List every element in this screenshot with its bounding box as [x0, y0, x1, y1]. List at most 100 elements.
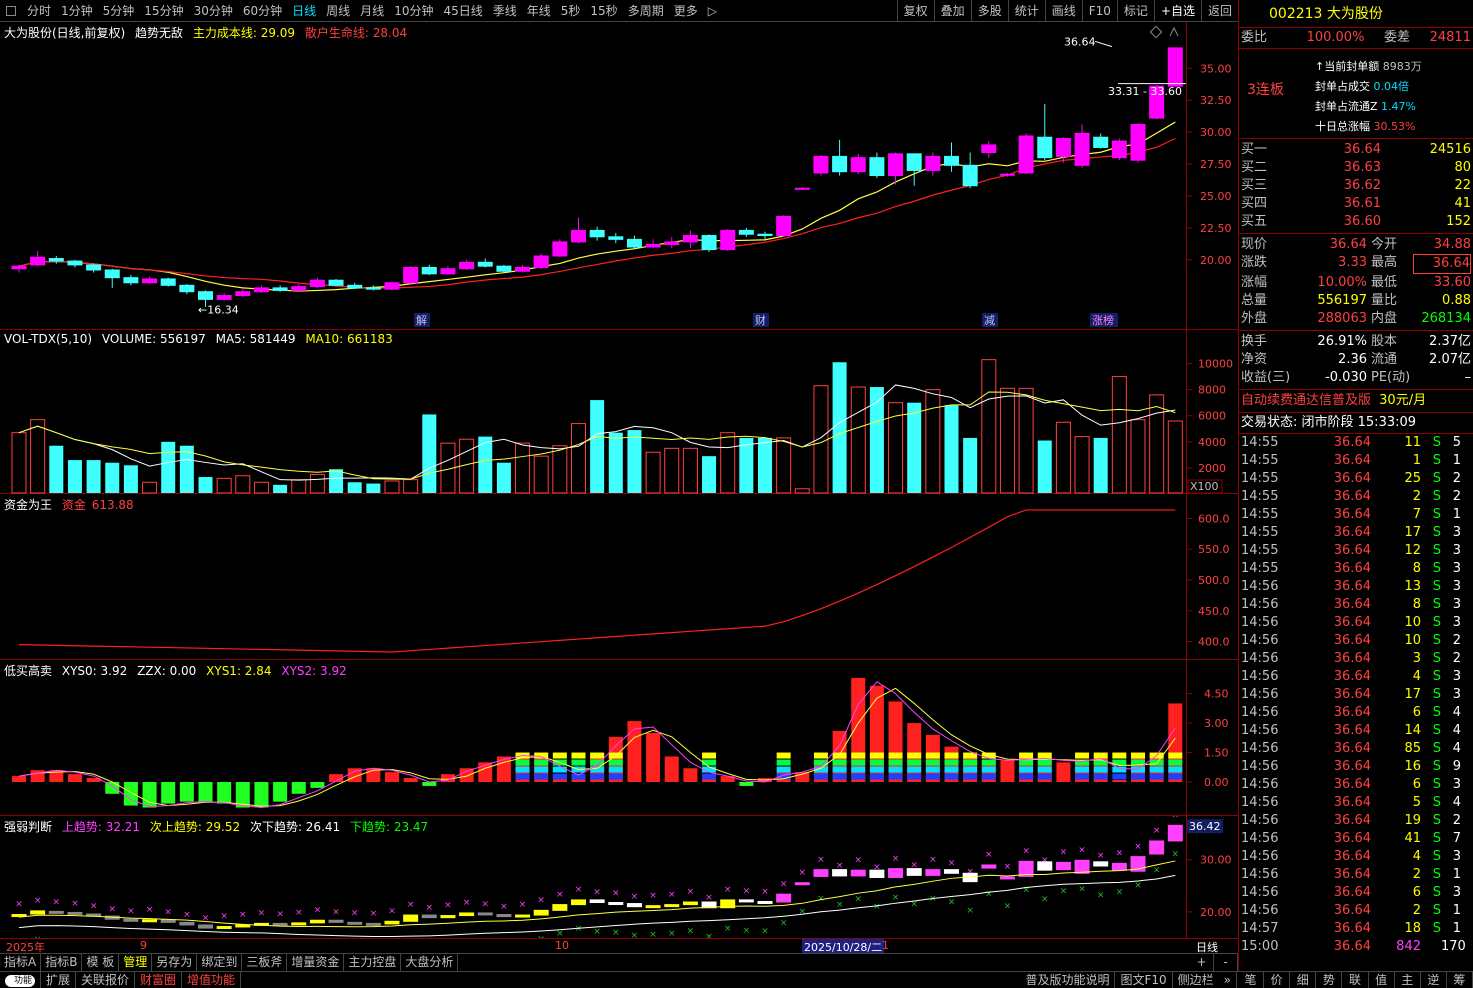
candle-body [869, 157, 885, 177]
function-toggle[interactable]: 功能 [0, 972, 41, 988]
period-tab-2[interactable]: 5分钟 [98, 0, 140, 22]
volume-pane[interactable]: VOL-TDX(5,10) VOLUME: 556197 MA5: 581449… [0, 330, 1238, 494]
period-tab-15[interactable]: 多周期 [623, 0, 669, 22]
fund-pane[interactable]: 资金为王 资金 613.88 600.0 550.0 500.0 450.0 400.0 [0, 494, 1238, 660]
signal-segment [1019, 752, 1034, 759]
promo-row[interactable]: 自动续费通达信普及版 30元/月 [1239, 390, 1473, 413]
period-tab-10[interactable]: 45日线 [438, 0, 487, 22]
side-tab-5[interactable]: 值 [1369, 972, 1395, 988]
tool-button-6[interactable]: 标记 [1116, 0, 1154, 22]
side-tab-7[interactable]: 逆 [1421, 972, 1447, 988]
strength-box [571, 899, 586, 906]
period-tab-12[interactable]: 年线 [522, 0, 556, 22]
y-tick-label: 27.50 [1200, 158, 1232, 171]
indicator-tab-1[interactable]: 指标B [41, 954, 83, 971]
tick-time: 14:56 [1241, 687, 1279, 702]
candle-body [235, 291, 251, 297]
tick-count: 7 [1452, 831, 1461, 846]
indicator-tab-2[interactable]: 模 板 [82, 954, 120, 971]
promo-price[interactable]: 30元/月 [1379, 393, 1426, 408]
window-restore-icon[interactable] [6, 5, 16, 16]
tool-button-5[interactable]: F10 [1081, 0, 1117, 22]
tick-list[interactable]: 14:55 36.64 11 S 5 14:55 36.64 1 S 1 14:55 36.64 25 S… [1239, 434, 1473, 956]
side-tab-8[interactable]: 筹 [1447, 972, 1473, 988]
kline-pane[interactable]: 大为股份(日线,前复权) 趋势无敌 主力成本线: 29.09 散户生命线: 28… [0, 22, 1238, 330]
indicator-tab-5[interactable]: 绑定到 [197, 954, 243, 971]
period-tab-5[interactable]: 60分钟 [238, 0, 287, 22]
y-tick-label: 1.50 [1204, 747, 1229, 760]
tool-button-1[interactable]: 叠加 [933, 0, 971, 22]
indicator-tab-7[interactable]: 增量资金 [287, 954, 345, 971]
event-label: 财 [755, 313, 766, 327]
period-tab-14[interactable]: 15秒 [585, 0, 622, 22]
period-tab-8[interactable]: 月线 [355, 0, 389, 22]
indicator-tab-4[interactable]: 另存为 [152, 954, 198, 971]
tab-value-added[interactable]: 增值功能 [182, 972, 242, 988]
tick-count: 4 [1452, 741, 1461, 756]
side-tab-4[interactable]: 联 [1342, 972, 1369, 988]
tool-button-3[interactable]: 统计 [1007, 0, 1045, 22]
tick-price: 36.64 [1333, 903, 1371, 918]
seal-info-value: 30.53% [1373, 120, 1416, 133]
up-trend-mark: × [575, 885, 583, 895]
period-tab-13[interactable]: 5秒 [556, 0, 586, 22]
side-tab-0[interactable]: 笔 [1238, 972, 1265, 988]
candle-body [477, 261, 493, 267]
weibi-row: 委比 100.00% 委差 24811 [1239, 28, 1473, 49]
strength-pane[interactable]: 强弱判断 上趋势: 32.21 次上趋势: 29.52 次下趋势: 26.41 … [0, 816, 1238, 938]
period-tab-7[interactable]: 周线 [321, 0, 355, 22]
side-tab-1[interactable]: 价 [1264, 972, 1291, 988]
period-tab-9[interactable]: 10分钟 [389, 0, 438, 22]
indicator-tab-6[interactable]: 三板斧 [242, 954, 288, 971]
lowbuy-pane[interactable]: 低买高卖 XYS0: 3.92 ZZX: 0.00 XYS1: 2.84 XYS… [0, 660, 1238, 816]
candle-body [216, 295, 232, 300]
tick-volume: 4 [1412, 849, 1421, 864]
tab-related-quote[interactable]: 关联报价 [76, 972, 136, 988]
promo-text[interactable]: 自动续费通达信普及版 [1241, 393, 1371, 408]
toggle-switch-icon[interactable]: 功能 [5, 974, 35, 987]
signal-segment [1149, 759, 1164, 766]
tool-button-7[interactable]: +自选 [1153, 0, 1201, 22]
indicator-tab-8[interactable]: 主力控盘 [344, 954, 402, 971]
indicator-tab-0[interactable]: 指标A [0, 954, 42, 971]
side-tab-2[interactable]: 细 [1290, 972, 1317, 988]
side-tab-6[interactable]: 主 [1395, 972, 1421, 988]
period-tab-0[interactable]: 分时 [22, 0, 56, 22]
tab-wealth-circle[interactable]: 财富圈 [135, 972, 183, 988]
tick-time: 14:55 [1241, 471, 1279, 486]
zoom-out-button[interactable]: - [1214, 954, 1238, 971]
tool-button-2[interactable]: 多股 [970, 0, 1008, 22]
period-tab-11[interactable]: 季线 [488, 0, 522, 22]
tick-count: 4 [1452, 795, 1461, 810]
up-trend-mark: × [1097, 851, 1105, 861]
sidebar-arrow-icon[interactable]: » [1219, 972, 1237, 988]
up-trend-mark: × [481, 900, 489, 910]
tick-time: 14:56 [1241, 651, 1279, 666]
period-tab-4[interactable]: 30分钟 [189, 0, 238, 22]
period-tab-6[interactable]: 日线 [287, 0, 321, 22]
period-tab-16[interactable]: 更多 [669, 0, 703, 22]
tab-expand[interactable]: 扩展 [41, 972, 77, 988]
tab-f10[interactable]: 图文F10 [1115, 972, 1173, 988]
up-trend-mark: × [929, 855, 937, 865]
strength-box [981, 864, 997, 869]
volume-bar [198, 477, 213, 493]
more-arrow-icon[interactable]: ▷ [703, 0, 722, 22]
period-tab-1[interactable]: 1分钟 [56, 0, 98, 22]
up-trend-mark: × [780, 879, 788, 889]
candle-body [999, 173, 1015, 176]
event-label: 减 [984, 314, 995, 327]
indicator-tab-9[interactable]: 大盘分析 [401, 954, 459, 971]
side-tab-3[interactable]: 势 [1316, 972, 1343, 988]
tool-button-4[interactable]: 画线 [1044, 0, 1082, 22]
zoom-in-button[interactable]: + [1190, 954, 1214, 971]
indicator-tab-3[interactable]: 管理 [119, 954, 153, 971]
signal-segment [571, 773, 586, 780]
tool-button-8[interactable]: 返回 [1200, 0, 1238, 22]
tool-button-0[interactable]: 复权 [896, 0, 934, 22]
tab-feature-guide[interactable]: 普及版功能说明 [1020, 972, 1116, 988]
tick-volume: 6 [1412, 777, 1421, 792]
period-tab-3[interactable]: 15分钟 [139, 0, 188, 22]
stat-label: 现价 [1241, 237, 1268, 252]
tab-sidebar[interactable]: 侧边栏 [1173, 972, 1219, 988]
